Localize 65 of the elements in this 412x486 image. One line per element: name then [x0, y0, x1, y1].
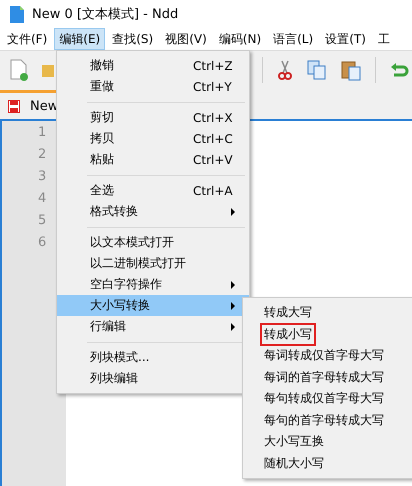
line-number: 3	[38, 169, 46, 186]
line-number: 2	[38, 147, 46, 164]
menu-item[interactable]: 编辑(E)	[54, 28, 106, 50]
option-label: 撤销	[90, 57, 114, 74]
submenu-option[interactable]: 大小写互换	[243, 431, 412, 452]
menu-option[interactable]: 粘贴 Ctrl+V	[57, 149, 249, 170]
submenu-option[interactable]: 每词的首字母转成大写	[243, 366, 412, 388]
menu-option[interactable]: 全选 Ctrl+A	[57, 180, 249, 201]
shortcut: Ctrl+Z	[193, 58, 233, 72]
menu-item[interactable]: 视图(V)	[160, 28, 212, 50]
option-label: 粘贴	[90, 151, 114, 168]
submenu-option[interactable]: 每句的首字母转成大写	[243, 410, 412, 431]
option-label: 每句的首字母转成大写	[263, 412, 385, 429]
shortcut: Ctrl+Y	[193, 80, 232, 94]
option-label: 大小写转换	[90, 297, 150, 314]
shortcut: Ctrl+V	[193, 152, 233, 166]
option-label: 每句转成仅首字母大写	[263, 390, 385, 408]
option-label: 每词转成仅首字母大写	[263, 347, 385, 364]
menu-option[interactable]: 以文本模式打开	[57, 232, 249, 253]
window-title: New 0 [文本模式] - Ndd	[32, 6, 178, 23]
submenu-option[interactable]: 每句转成仅首字母大写	[243, 388, 412, 410]
line-number: 5	[38, 213, 46, 230]
scissors-icon[interactable]	[277, 60, 293, 80]
option-label: 以二进制模式打开	[90, 255, 186, 272]
copy-icon[interactable]	[307, 60, 327, 80]
file-icon	[10, 5, 24, 23]
submenu-option[interactable]: 转成小写	[243, 324, 412, 345]
shortcut: Ctrl+A	[193, 184, 233, 198]
new-file-icon[interactable]	[10, 59, 28, 81]
option-label: 列块编辑	[90, 370, 138, 387]
shortcut: Ctrl+X	[193, 110, 233, 124]
option-label: 每词的首字母转成大写	[263, 368, 385, 386]
menu-item[interactable]: 设置(T)	[320, 28, 371, 50]
option-label: 列块模式...	[90, 349, 150, 366]
option-label: 剪切	[90, 109, 114, 126]
option-label: 转成大写	[263, 304, 313, 322]
submenu-option[interactable]: 每词转成仅首字母大写	[243, 345, 412, 366]
menu-option[interactable]: 格式转换	[57, 201, 249, 222]
menu-option[interactable]: 空白字符操作	[57, 274, 249, 295]
menu-item[interactable]: 查找(S)	[107, 28, 158, 50]
menu-item[interactable]: 工	[372, 28, 395, 50]
menu-option[interactable]: 拷贝 Ctrl+C	[57, 128, 249, 149]
option-label: 大小写互换	[263, 433, 325, 450]
menu-item[interactable]: 文件(F)	[2, 28, 52, 50]
paste-icon[interactable]	[341, 59, 361, 81]
option-label: 空白字符操作	[90, 276, 162, 293]
submenu-option[interactable]: 随机大小写	[243, 452, 412, 474]
option-label: 随机大小写	[263, 454, 325, 472]
line-number: 6	[38, 235, 46, 252]
option-label: 以文本模式打开	[90, 234, 174, 251]
option-label: 行编辑	[90, 318, 126, 335]
line-number: 4	[38, 191, 46, 208]
option-label: 拷贝	[90, 130, 114, 147]
option-label: 转成小写	[260, 322, 316, 346]
line-number: 1	[38, 125, 46, 142]
menu-item[interactable]: 语言(L)	[268, 28, 318, 50]
option-label: 格式转换	[90, 203, 138, 220]
option-label: 全选	[90, 182, 114, 199]
menu-item[interactable]: 编码(N)	[214, 28, 266, 50]
menu-option[interactable]: 大小写转换	[57, 295, 249, 316]
shortcut: Ctrl+C	[193, 132, 233, 146]
redo-icon[interactable]	[390, 61, 410, 79]
save-icon	[8, 100, 20, 112]
option-label: 重做	[90, 78, 114, 95]
menu-option[interactable]: 以二进制模式打开	[57, 253, 249, 274]
